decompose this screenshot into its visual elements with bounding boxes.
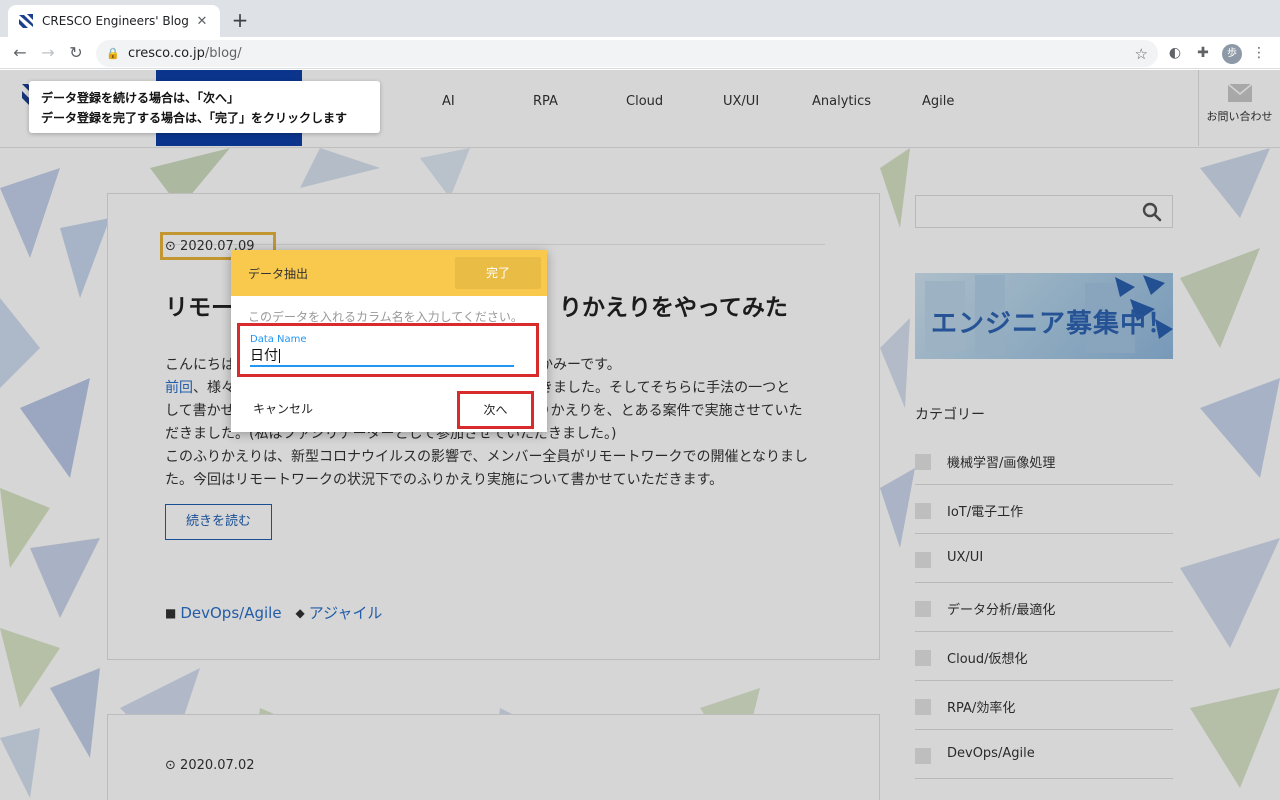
browser-menu-icon[interactable]: ⋮ <box>1250 44 1268 62</box>
extensions-puzzle-icon[interactable]: ✚ <box>1194 44 1212 62</box>
dialog-title: データ抽出 <box>248 267 309 281</box>
address-bar[interactable]: 🔒 cresco.co.jp /blog/ ☆ <box>96 40 1158 67</box>
browser-tabstrip: CRESCO Engineers' Blog ✕ + <box>0 0 1280 37</box>
cresco-favicon-icon <box>19 14 33 28</box>
data-name-input[interactable]: 日付 <box>250 347 514 367</box>
data-extract-dialog: データ抽出 完了 このデータを入れるカラム名を入力してください。 Data Na… <box>231 250 547 432</box>
dialog-header: データ抽出 完了 <box>231 250 547 296</box>
modal-dim-overlay <box>0 70 1280 800</box>
browser-toolbar: ← → ↻ 🔒 cresco.co.jp /blog/ ☆ ◐ ✚ ⋮ <box>0 37 1280 69</box>
tooltip-line-2: データ登録を完了する場合は、「完了」をクリックします <box>41 111 348 125</box>
back-arrow-icon[interactable]: ← <box>10 43 30 63</box>
done-button[interactable]: 完了 <box>455 257 541 289</box>
profile-avatar[interactable]: 歩 <box>1222 44 1242 64</box>
reload-icon[interactable]: ↻ <box>66 43 86 63</box>
web-page: AI RPA Cloud UX/UI Analytics Agile お問い合わ… <box>0 70 1280 800</box>
data-name-label: Data Name <box>250 334 307 345</box>
new-tab-button[interactable]: + <box>230 10 250 30</box>
data-name-field-highlight: Data Name 日付 <box>237 323 539 377</box>
text-caret <box>279 349 280 363</box>
lock-icon: 🔒 <box>106 47 120 60</box>
bookmark-star-icon[interactable]: ☆ <box>1135 45 1148 63</box>
url-host: cresco.co.jp <box>128 46 205 61</box>
next-button[interactable]: 次へ <box>460 394 531 426</box>
extension-leaf-icon[interactable]: ◐ <box>1166 44 1184 62</box>
url-path: /blog/ <box>204 46 242 61</box>
tooltip-line-1: データ登録を続ける場合は、「次へ」 <box>41 91 240 105</box>
forward-arrow-icon[interactable]: → <box>38 43 58 63</box>
cancel-button[interactable]: キャンセル <box>253 400 313 417</box>
instruction-tooltip: データ登録を続ける場合は、「次へ」 データ登録を完了する場合は、「完了」をクリッ… <box>29 81 380 133</box>
tab-close-icon[interactable]: ✕ <box>194 14 210 29</box>
tab-title: CRESCO Engineers' Blog <box>42 14 189 28</box>
browser-tab[interactable]: CRESCO Engineers' Blog ✕ <box>8 5 220 37</box>
next-button-highlight: 次へ <box>457 391 534 429</box>
